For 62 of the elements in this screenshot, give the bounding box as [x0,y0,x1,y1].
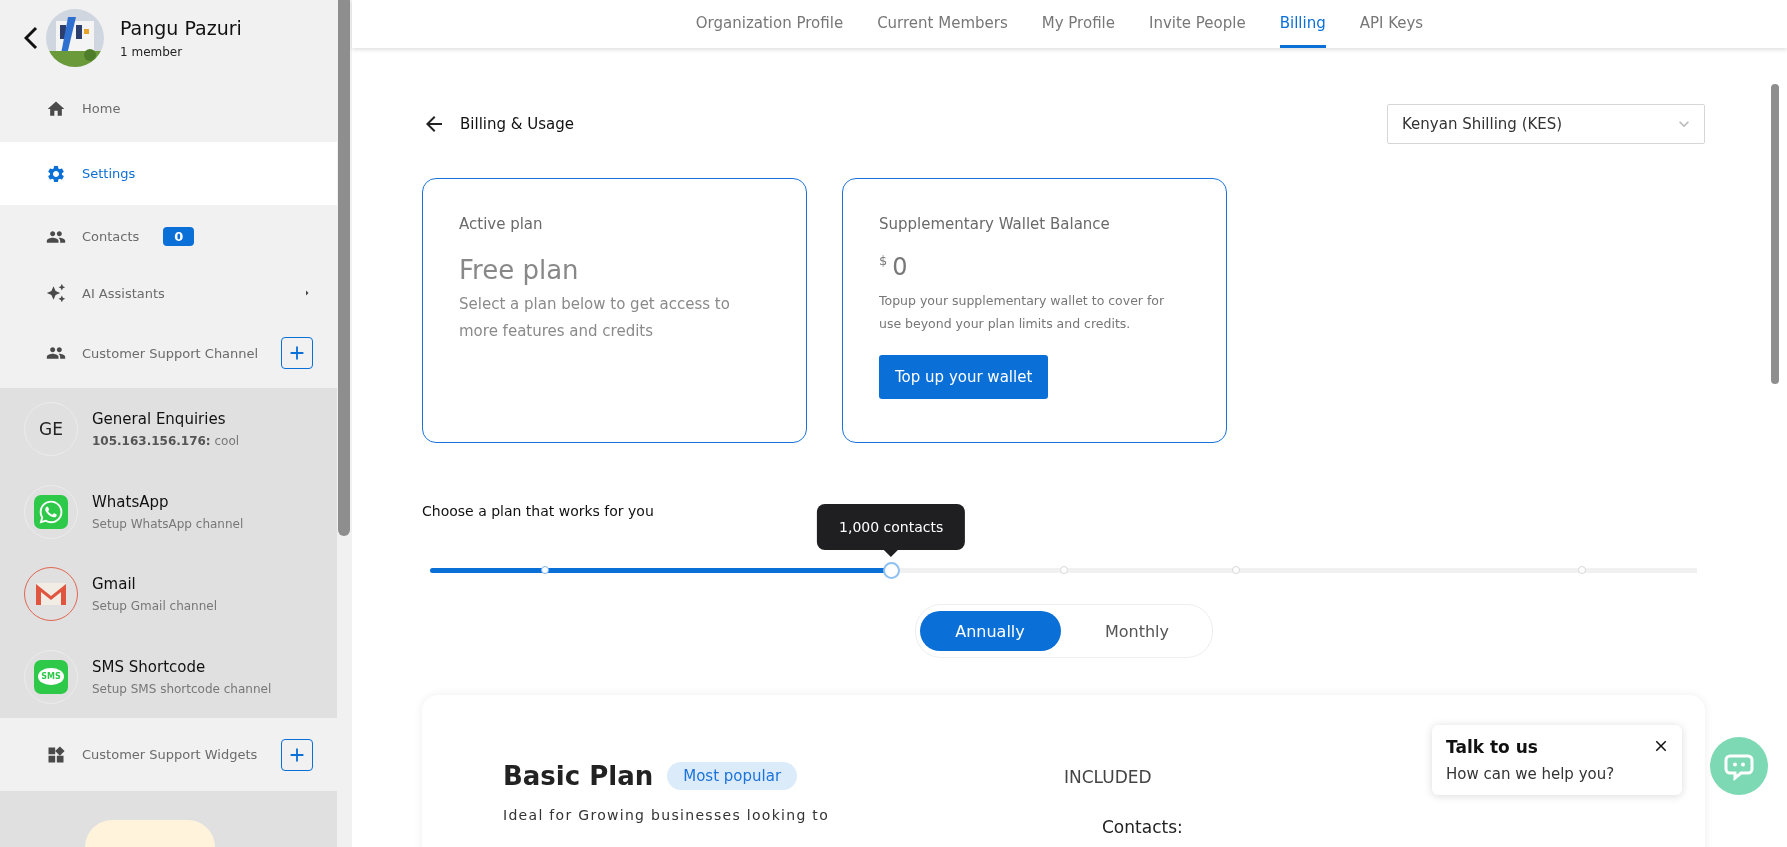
slider-tooltip: 1,000 contacts [817,504,966,550]
card-label: Supplementary Wallet Balance [879,215,1111,233]
nav-item[interactable]: Home [0,75,337,142]
chat-message: How can we help you? [1446,765,1616,783]
member-count: 1 member [120,44,184,59]
settings-icon [46,163,66,184]
wallet-description: Topup your supplementary wallet to cover for use beyond your plan limits and credits. [879,292,1166,333]
card-label: Active plan [459,215,544,233]
sparkles-icon [46,283,66,303]
channel-subtitle: Setup SMS shortcode channel [92,681,272,696]
count-badge: 0 [163,227,195,246]
plan-title: Basic Plan [503,761,654,791]
add-button[interactable] [281,738,313,771]
feature-label: Contacts: [1102,817,1183,837]
channel-subtitle: 105.163.156.176: cool [92,434,240,449]
mail-icon [34,581,68,608]
top-up-button[interactable]: Top up your wallet [879,355,1049,399]
channel-subtitle: Setup Gmail channel [92,599,218,614]
sms-icon: SMS [34,659,68,694]
wallet-balance: 0 [892,253,908,281]
section-heading: Choose a plan that works for you [422,503,655,519]
plan-description: Ideal for Growing businesses looking to [503,807,831,823]
nav-item[interactable]: Contacts 0 [0,205,337,268]
channel-subtitle: Setup WhatsApp channel [92,516,244,531]
scrollbar-thumb[interactable] [338,0,350,536]
currency-select[interactable]: Kenyan Shilling (KES) [1387,104,1705,144]
nav-item[interactable]: Customer Support Widgets [82,747,258,762]
chat-title: Talk to us [1446,737,1538,757]
tab[interactable]: Invite People [1149,0,1246,48]
billing-option[interactable]: Monthly [1066,611,1208,651]
tab[interactable]: Current Members [877,0,1008,48]
channel-name[interactable]: SMS Shortcode [92,657,272,676]
tab[interactable]: API Keys [1359,0,1424,48]
slider-stop [1577,565,1586,574]
channel-name[interactable]: WhatsApp [92,492,244,511]
page-title: Billing & Usage [460,115,574,133]
chevron-left-icon [24,25,38,50]
add-button[interactable] [281,337,313,369]
plan-name: Free plan [459,255,580,285]
back-button[interactable] [24,25,38,50]
slider-stop [1231,565,1240,574]
whatsapp-icon [34,494,68,529]
nav-item[interactable]: Customer Support Channel [0,318,337,388]
nav-item[interactable]: AI Assistants [0,268,337,318]
billing-option[interactable]: Annually [919,611,1061,651]
widgets-icon [46,744,66,765]
tab[interactable]: My Profile [1041,0,1115,48]
scrollbar-thumb[interactable] [1771,84,1779,384]
channel-name[interactable]: Gmail [92,575,218,594]
channel-name[interactable]: General Enquiries [92,410,240,429]
tab[interactable]: Billing [1279,0,1326,48]
tab[interactable]: Organization Profile [695,0,844,48]
slider-thumb[interactable] [883,561,901,579]
organization-name: Pangu Pazuri [120,16,242,39]
included-heading: INCLUDED [1064,767,1153,787]
popular-badge: Most popular [667,762,798,790]
plan-description: Select a plan below to get access to more features and credits [459,294,731,342]
currency-symbol: $ [879,253,888,268]
slider-stop [541,565,550,574]
nav-item[interactable]: Settings [0,142,337,205]
slider-stop [1059,565,1068,574]
tooltip-arrow [884,550,899,557]
